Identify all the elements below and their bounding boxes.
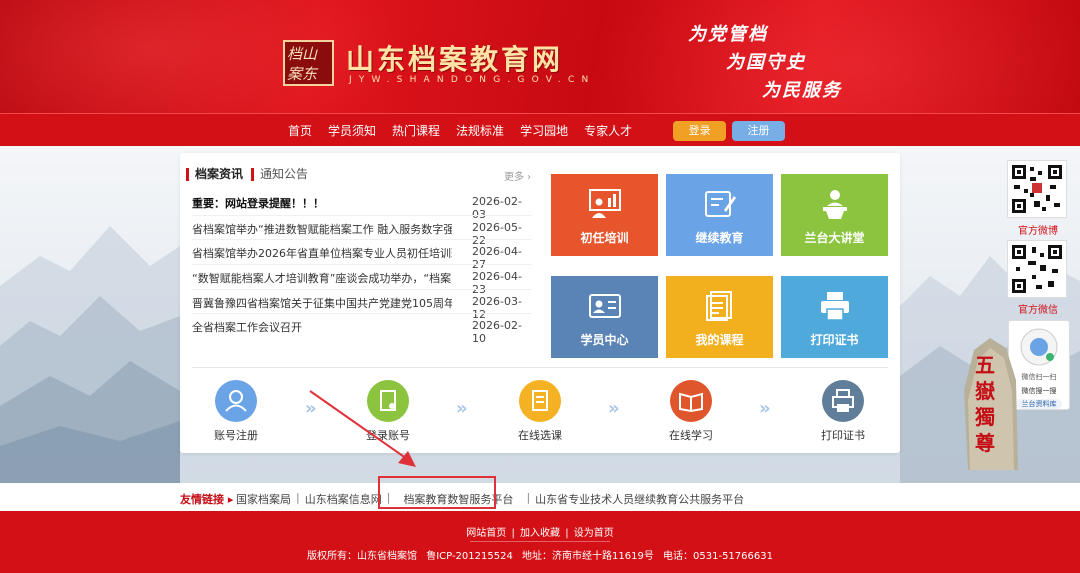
- footer-divider: [470, 541, 610, 542]
- step-label: 打印证书: [821, 429, 865, 442]
- tile-label: 打印证书: [810, 333, 859, 347]
- nav-hot-courses[interactable]: 热门课程: [392, 122, 440, 139]
- step-select-course[interactable]: 在线选课: [495, 380, 585, 443]
- user-icon: [215, 380, 257, 422]
- news-list: 重要：网站登录提醒！！！ 2026-02-03 省档案馆举办“推进数智赋能档案工…: [192, 190, 532, 345]
- tile-print-certificate[interactable]: 打印证书: [781, 276, 888, 358]
- tab-archive-news[interactable]: 档案资讯: [186, 167, 243, 181]
- list-item[interactable]: 晋冀鲁豫四省档案馆关于征集中国共产党建党105周年和... 2026-03-12: [192, 288, 532, 321]
- site-domain: JYW.SHANDONG.GOV.CN: [349, 75, 596, 85]
- footer-sethome-link[interactable]: 设为首页: [574, 528, 614, 539]
- printer-icon: [821, 292, 849, 321]
- more-link[interactable]: 更多 ›: [504, 168, 531, 183]
- chevron-right-icon: »: [608, 398, 620, 419]
- news-date: 2026-02-10: [472, 319, 522, 346]
- footer-separator: |: [565, 528, 569, 539]
- tile-label: 兰台大讲堂: [804, 231, 865, 245]
- link-national-archives[interactable]: 国家档案局: [236, 491, 291, 507]
- site-footer: 网站首页 | 加入收藏 | 设为首页 版权所有：山东省档案馆 鲁ICP-2012…: [0, 511, 1080, 573]
- tile-lantai-lecture[interactable]: 兰台大讲堂: [781, 174, 888, 256]
- step-label: 账号注册: [214, 429, 258, 442]
- nav-home[interactable]: 首页: [288, 122, 312, 139]
- list-item[interactable]: 全省档案工作会议召开 2026-02-10: [192, 313, 532, 345]
- footer-address: 地址：济南市经十路11619号: [522, 551, 654, 562]
- step-register[interactable]: 账号注册: [191, 380, 281, 443]
- tile-label: 学员中心: [580, 333, 629, 347]
- step-label: 在线学习: [669, 429, 713, 442]
- nav-student-guide[interactable]: 学员须知: [328, 122, 376, 139]
- annotation-arrow-icon: [309, 390, 416, 467]
- tile-label: 继续教育: [695, 231, 744, 245]
- list-item[interactable]: 重要：网站登录提醒！！！ 2026-02-03: [192, 190, 532, 221]
- tile-initial-training[interactable]: 初任培训: [551, 174, 658, 256]
- login-button[interactable]: 登录: [673, 121, 726, 141]
- friend-links-bar: 友情链接 ▸ 国家档案局 | 山东档案信息网 | 档案教育数智服务平台 | 山东…: [0, 483, 1080, 511]
- list-item[interactable]: “数智赋能档案人才培训教育”座谈会成功举办，“档案... 2026-04-23: [192, 264, 532, 296]
- footer-phone: 电话：0531-51766631: [663, 551, 773, 562]
- steps-divider: [192, 367, 888, 368]
- mini-program-code-icon: [1020, 328, 1058, 366]
- news-title[interactable]: 省档案馆举办2026年省直单位档案专业人员初任培训班: [192, 245, 452, 261]
- nav-experts[interactable]: 专家人才: [584, 122, 632, 139]
- course-document-icon: [706, 291, 732, 321]
- friend-links-label: 友情链接 ▸: [180, 493, 234, 506]
- weibo-label: 官方微博: [1018, 226, 1058, 237]
- link-separator: |: [296, 491, 300, 504]
- slogan-2: 为国守史: [726, 52, 806, 73]
- chevron-right-icon: »: [759, 398, 771, 419]
- step-print-certificate[interactable]: 打印证书: [798, 380, 888, 443]
- wuyue-rock-text: 五嶽獨尊: [975, 353, 995, 455]
- link-continuing-education-platform[interactable]: 山东省专业技术人员继续教育公共服务平台: [535, 491, 744, 507]
- link-shandong-archives[interactable]: 山东档案信息网: [305, 491, 382, 507]
- footer-owner: 版权所有：山东省档案馆: [307, 551, 418, 562]
- footer-links: 网站首页 | 加入收藏 | 设为首页: [0, 524, 1080, 539]
- main-nav: 首页 学员须知 热门课程 法规标准 学习园地 专家人才 登录 注册: [0, 113, 1080, 146]
- news-tabs: 档案资讯 通知公告: [186, 165, 316, 183]
- presentation-icon: [589, 189, 621, 218]
- weibo-qr-code[interactable]: [1007, 160, 1067, 218]
- footer-favorite-link[interactable]: 加入收藏: [520, 528, 560, 539]
- site-logo-seal[interactable]: 档山案东: [283, 40, 334, 86]
- news-title[interactable]: 重要：网站登录提醒！！！: [192, 195, 452, 211]
- slogan-1: 为党管档: [688, 24, 768, 45]
- wechat-qr-code[interactable]: [1007, 240, 1067, 298]
- tile-student-center[interactable]: 学员中心: [551, 276, 658, 358]
- footer-home-link[interactable]: 网站首页: [466, 528, 506, 539]
- slogan-3: 为民服务: [762, 80, 842, 101]
- card-app-text: 兰台资料库: [1016, 399, 1062, 409]
- nav-items: 首页 学员须知 热门课程 法规标准 学习园地 专家人才: [280, 114, 640, 147]
- news-title[interactable]: 全省档案工作会议召开: [192, 319, 452, 335]
- step-online-learning[interactable]: 在线学习: [646, 380, 736, 443]
- printer-icon: [822, 380, 864, 422]
- link-separator: |: [526, 491, 531, 504]
- edit-document-icon: [705, 191, 736, 217]
- news-title[interactable]: 晋冀鲁豫四省档案馆关于征集中国共产党建党105周年和...: [192, 295, 452, 311]
- footer-icp[interactable]: 鲁ICP-201215524: [426, 551, 513, 562]
- tile-label: 初任培训: [580, 231, 629, 245]
- chevron-right-icon: »: [456, 398, 468, 419]
- footer-copyright: 版权所有：山东省档案馆 鲁ICP-201215524 地址：济南市经十路1161…: [0, 547, 1080, 562]
- site-header: 档山案东 山东档案教育网 JYW.SHANDONG.GOV.CN 为党管档 为国…: [0, 0, 1080, 113]
- open-book-icon: [670, 380, 712, 422]
- course-select-icon: [519, 380, 561, 422]
- wechat-label: 官方微信: [1018, 305, 1058, 316]
- id-card-icon: [589, 294, 621, 318]
- tile-label: 我的课程: [695, 333, 744, 347]
- news-title[interactable]: 省档案馆举办“推进数智赋能档案工作 融入服务数字强...: [192, 221, 452, 237]
- list-item[interactable]: 省档案馆举办2026年省直单位档案专业人员初任培训班 2026-04-27: [192, 239, 532, 271]
- nav-regulations[interactable]: 法规标准: [456, 122, 504, 139]
- site-title[interactable]: 山东档案教育网: [346, 38, 563, 78]
- tile-continuing-education[interactable]: 继续教育: [666, 174, 773, 256]
- step-label: 在线选课: [518, 429, 562, 442]
- news-title[interactable]: “数智赋能档案人才培训教育”座谈会成功举办，“档案...: [192, 270, 452, 286]
- footer-separator: |: [511, 528, 515, 539]
- tab-notices[interactable]: 通知公告: [251, 167, 308, 181]
- annotation-highlight-box: [378, 476, 496, 509]
- speaker-podium-icon: [823, 190, 847, 219]
- list-item[interactable]: 省档案馆举办“推进数智赋能档案工作 融入服务数字强... 2026-05-22: [192, 214, 532, 247]
- nav-learning-garden[interactable]: 学习园地: [520, 122, 568, 139]
- register-button[interactable]: 注册: [732, 121, 785, 141]
- tile-my-courses[interactable]: 我的课程: [666, 276, 773, 358]
